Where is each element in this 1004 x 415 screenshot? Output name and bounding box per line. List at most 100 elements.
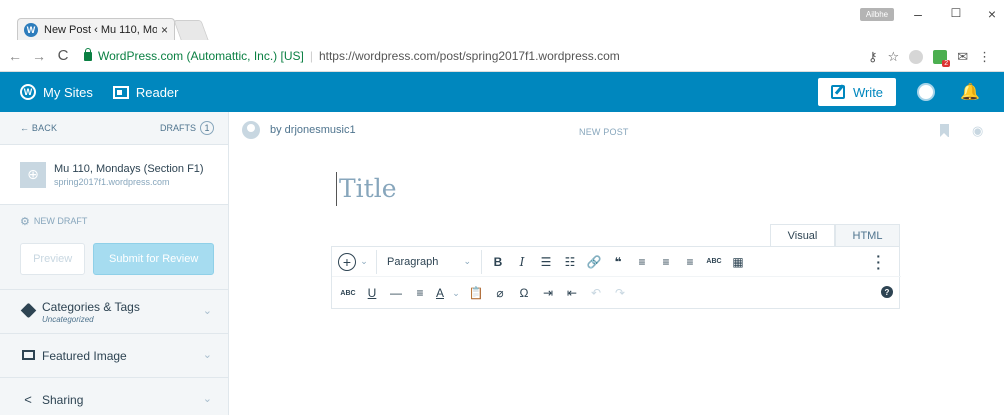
notifications-bell-icon[interactable]: 🔔 — [960, 82, 980, 102]
outdent-button[interactable]: ⇤ — [560, 286, 584, 300]
extension-badge-count: 2 — [942, 60, 951, 67]
tab-visual[interactable]: Visual — [770, 224, 835, 246]
wordpress-favicon-icon: W — [24, 22, 38, 37]
write-button[interactable]: Write — [818, 78, 896, 106]
reload-button[interactable]: C — [54, 47, 72, 64]
post-status: NEW POST — [579, 127, 629, 137]
chevron-down-icon[interactable]: ⌄ — [356, 256, 372, 267]
url-text[interactable]: https://wordpress.com/post/spring2017f1.… — [319, 49, 620, 63]
chevron-down-icon: ⌄ — [202, 393, 212, 405]
editor-header: by drjonesmusic1 NEW POST ◉ — [229, 112, 1004, 148]
new-draft-link[interactable]: ⚙ NEW DRAFT — [0, 205, 228, 237]
site-name: Mu 110, Mondays (Section F1) — [54, 162, 204, 175]
extension-badge-icon[interactable]: 2 — [933, 50, 951, 67]
site-card[interactable]: ⊕ Mu 110, Mondays (Section F1) spring201… — [0, 145, 228, 205]
new-tab-button[interactable] — [173, 20, 209, 40]
drafts-count-badge: 1 — [200, 121, 214, 135]
accordion-categories-tags[interactable]: Categories & Tags Uncategorized ⌄ — [0, 289, 228, 333]
bookmark-icon[interactable] — [940, 124, 949, 137]
bold-button[interactable]: B — [486, 255, 510, 269]
italic-button[interactable]: I — [510, 255, 534, 269]
browser-tab[interactable]: W New Post ‹ Mu 110, Mon × — [17, 18, 175, 40]
author-avatar — [242, 121, 260, 139]
horizontal-line-button[interactable]: — — [384, 286, 408, 300]
clear-formatting-button[interactable]: ⌀ — [488, 286, 512, 300]
browser-titlebar: W New Post ‹ Mu 110, Mon × Ailbhe – ☐ × — [0, 0, 1004, 40]
post-title-input[interactable]: Title — [336, 172, 397, 206]
key-icon[interactable]: ⚷ — [868, 49, 878, 65]
chevron-down-icon[interactable]: ⌄ — [448, 288, 464, 299]
chevron-down-icon: ⌄ — [202, 305, 212, 317]
close-window-button[interactable]: × — [982, 6, 1002, 22]
special-character-button[interactable]: Ω — [512, 286, 536, 300]
accordion-title: Sharing — [42, 392, 84, 407]
preview-button[interactable]: Preview — [20, 243, 86, 275]
toolbar-row-1: + ⌄ Paragraph ⌄ B I ☰ ☷ 🔗 ❝ ≡ ≡ ≡ ABC ▦ … — [332, 247, 901, 277]
strikethrough-button[interactable]: ABC — [336, 290, 360, 297]
indent-button[interactable]: ⇥ — [536, 286, 560, 300]
publish-actions: Preview Submit for Review — [0, 237, 228, 289]
browser-action-icons: ⚷ ☆ 2 ✉ ⋮ — [868, 49, 991, 67]
my-sites-link[interactable]: W My Sites — [0, 72, 103, 112]
tab-close-icon[interactable]: × — [161, 23, 168, 37]
redo-button[interactable]: ↷ — [608, 286, 632, 300]
maximize-button[interactable]: ☐ — [946, 6, 966, 20]
toolbar-divider — [376, 249, 377, 274]
eye-icon[interactable]: ◉ — [972, 123, 983, 139]
site-url: spring2017f1.wordpress.com — [54, 176, 170, 187]
add-content-icon[interactable]: + — [338, 252, 356, 271]
numbered-list-button[interactable]: ☷ — [558, 255, 582, 269]
undo-button[interactable]: ↶ — [584, 286, 608, 300]
link-button[interactable]: 🔗 — [582, 255, 606, 269]
chevron-down-icon: ⌄ — [463, 256, 471, 266]
reader-link[interactable]: Reader — [103, 72, 189, 112]
justify-button[interactable]: ≡ — [408, 286, 432, 300]
back-button[interactable]: ← — [6, 48, 24, 64]
profile-avatar[interactable] — [917, 83, 935, 101]
blockquote-button[interactable]: ❝ — [606, 255, 630, 269]
submit-for-review-button[interactable]: Submit for Review — [93, 243, 214, 275]
help-icon[interactable]: ? — [881, 286, 893, 298]
reader-label: Reader — [135, 84, 179, 100]
forward-button[interactable]: → — [30, 48, 48, 64]
align-right-button[interactable]: ≡ — [678, 255, 702, 269]
star-icon[interactable]: ☆ — [888, 49, 900, 65]
write-label: Write — [852, 84, 884, 100]
align-center-button[interactable]: ≡ — [654, 255, 678, 269]
accordion-title: Featured Image — [42, 348, 127, 363]
sidebar-header: ← BACK DRAFTS 1 — [0, 112, 228, 145]
post-author[interactable]: by drjonesmusic1 — [270, 124, 356, 136]
more-options-icon[interactable]: · · · — [876, 249, 881, 275]
editor-mode-tabs: Visual HTML — [770, 224, 900, 246]
format-select[interactable]: Paragraph ⌄ — [381, 256, 477, 268]
accordion-subtitle: Uncategorized — [42, 314, 94, 324]
read-more-button[interactable]: ▦ — [726, 255, 750, 269]
extension-icon[interactable] — [909, 50, 924, 64]
editor-sidebar: ← BACK DRAFTS 1 ⊕ Mu 110, Mondays (Secti… — [0, 112, 229, 415]
drafts-button[interactable]: DRAFTS 1 — [160, 121, 214, 135]
align-left-button[interactable]: ≡ — [630, 255, 654, 269]
profile-button[interactable]: Ailbhe — [860, 8, 894, 21]
toolbar-row-2: ABC U — ≡ A ⌄ 📋 ⌀ Ω ⇥ ⇤ ↶ ↷ ? — [332, 278, 901, 308]
bullet-list-button[interactable]: ☰ — [534, 255, 558, 269]
accordion-sharing[interactable]: < Sharing ⌄ — [0, 377, 228, 415]
spellcheck-button[interactable]: ABC — [702, 258, 726, 265]
chrome-menu-icon[interactable]: ⋮ — [978, 49, 991, 65]
my-sites-label: My Sites — [43, 84, 93, 100]
address-bar[interactable]: WordPress.com (Automattic, Inc.) [US] | … — [84, 44, 890, 68]
paste-text-button[interactable]: 📋 — [464, 286, 488, 300]
accordion-featured-image[interactable]: Featured Image ⌄ — [0, 333, 228, 377]
wordpress-logo-icon: W — [20, 84, 36, 100]
minimize-button[interactable]: – — [908, 6, 928, 22]
editor-toolbar: + ⌄ Paragraph ⌄ B I ☰ ☷ 🔗 ❝ ≡ ≡ ≡ ABC ▦ … — [331, 246, 901, 309]
image-icon — [20, 349, 36, 363]
underline-button[interactable]: U — [360, 286, 384, 300]
tab-html[interactable]: HTML — [835, 224, 900, 246]
back-link[interactable]: ← BACK — [20, 123, 57, 133]
text-color-button[interactable]: A — [432, 286, 448, 300]
browser-toolbar: ← → C WordPress.com (Automattic, Inc.) [… — [0, 40, 1004, 72]
accordion-title: Categories & Tags — [42, 299, 140, 314]
new-draft-label: NEW DRAFT — [33, 216, 88, 226]
tab-title: New Post ‹ Mu 110, Mon — [44, 23, 157, 36]
mail-icon[interactable]: ✉ — [957, 49, 968, 65]
